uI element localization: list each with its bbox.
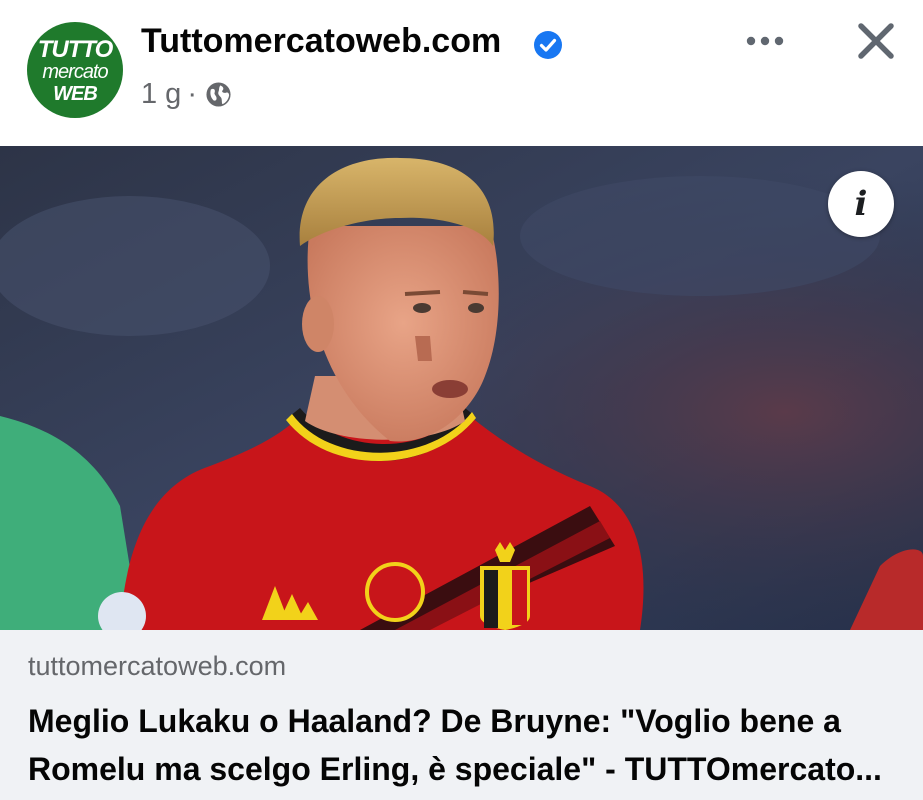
link-headline[interactable]: Meglio Lukaku o Haaland? De Bruyne: "Vog… (28, 697, 898, 793)
verified-badge-icon (534, 31, 562, 59)
meta-separator: · (187, 77, 197, 110)
post-meta: 1 g · (141, 76, 232, 112)
globe-icon (206, 81, 231, 107)
page-avatar[interactable]: TUTTO mercato WEB (27, 22, 123, 118)
link-domain: tuttomercatoweb.com (28, 651, 287, 681)
logo-text-mercato: mercato (42, 61, 108, 83)
post-header: TUTTO mercato WEB Tuttomercatoweb.com 1 … (0, 0, 923, 146)
logo-text-tutto: TUTTO (37, 36, 114, 63)
logo-text-web: WEB (53, 83, 98, 105)
info-button[interactable]: i (828, 171, 894, 237)
more-options-icon[interactable] (740, 24, 790, 58)
page-name-link[interactable]: Tuttomercatoweb.com (141, 22, 501, 61)
info-icon: i (854, 184, 868, 224)
article-image[interactable] (0, 146, 923, 630)
post-timestamp[interactable]: 1 g (141, 78, 181, 111)
close-icon[interactable] (852, 17, 900, 65)
